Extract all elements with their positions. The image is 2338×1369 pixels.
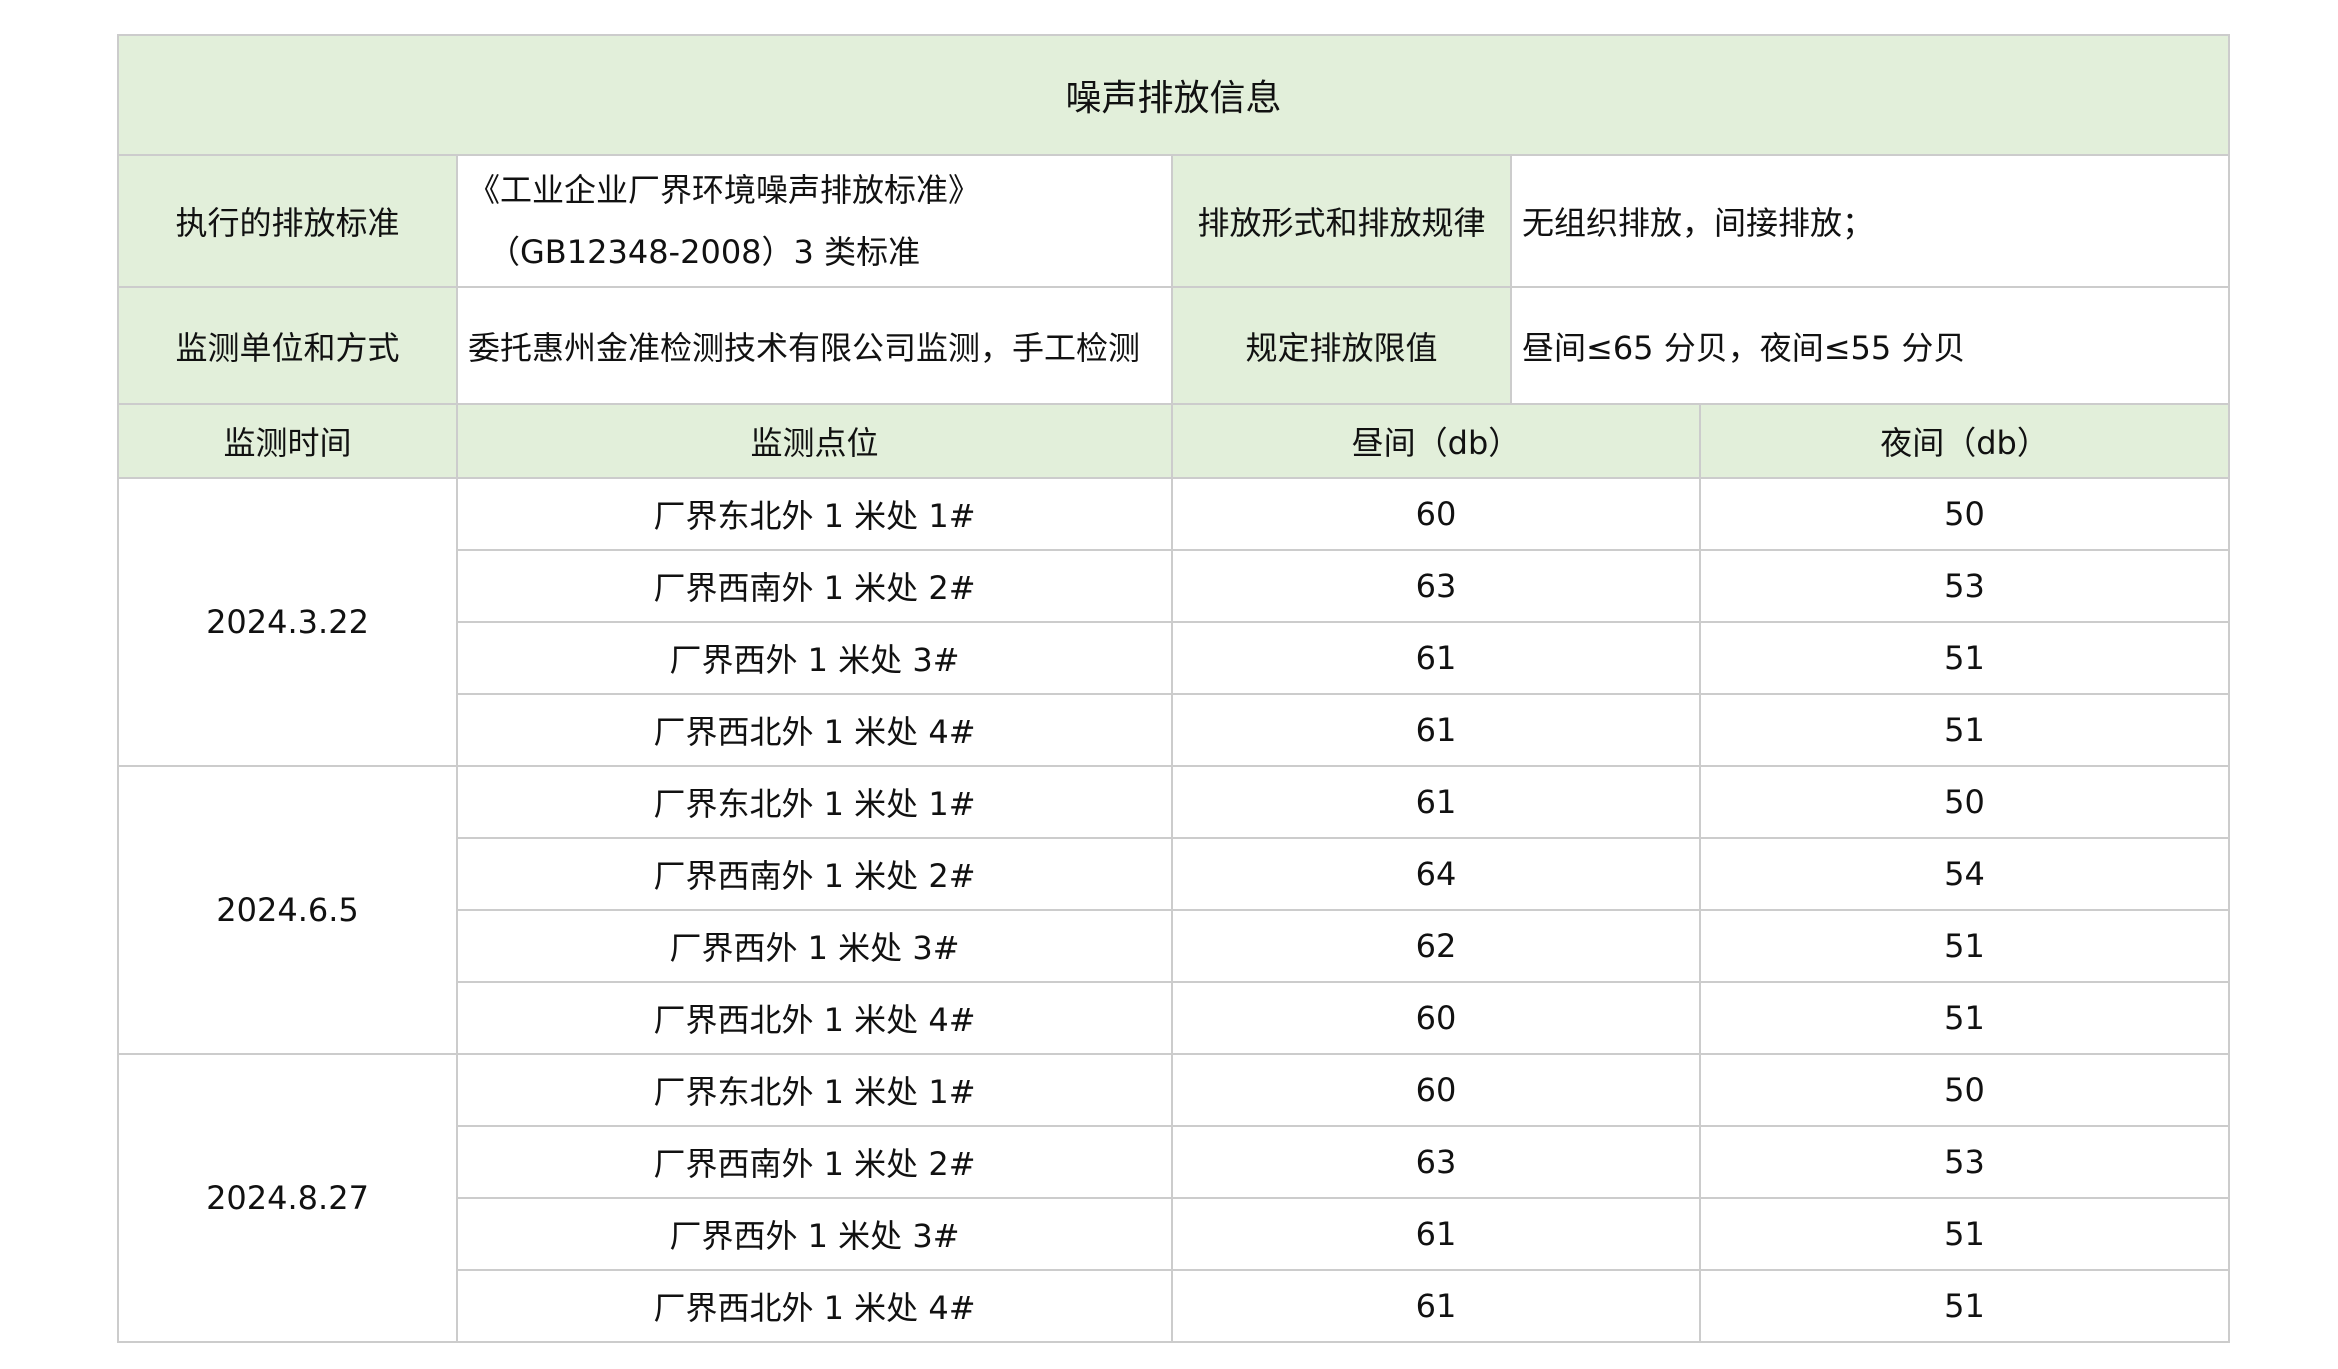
night-value: 50 xyxy=(1698,765,2231,839)
form-label: 排放形式和排放规律 xyxy=(1171,154,1512,288)
day-value: 61 xyxy=(1171,1197,1701,1271)
monitoring-point: 厂界西外 1 米处 3# xyxy=(456,909,1173,983)
monitoring-point: 厂界西北外 1 米处 4# xyxy=(456,1269,1173,1343)
noise-emission-table: 噪声排放信息 执行的排放标准 《工业企业厂界环境噪声排放标准》 （GB12348… xyxy=(116,34,2231,1343)
night-value: 51 xyxy=(1698,909,2231,983)
column-header-day: 昼间（db） xyxy=(1171,403,1701,479)
column-header-point: 监测点位 xyxy=(456,403,1173,479)
night-value: 51 xyxy=(1698,1269,2231,1343)
limit-value: 昼间≤65 分贝，夜间≤55 分贝 xyxy=(1509,286,2231,405)
night-value: 51 xyxy=(1698,1197,2231,1271)
monitoring-point: 厂界东北外 1 米处 1# xyxy=(456,1053,1173,1127)
monitoring-point: 厂界西南外 1 米处 2# xyxy=(456,837,1173,911)
night-value: 50 xyxy=(1698,1053,2231,1127)
day-value: 61 xyxy=(1171,1269,1701,1343)
day-value: 63 xyxy=(1171,1125,1701,1199)
night-value: 50 xyxy=(1698,477,2231,551)
day-value: 61 xyxy=(1171,693,1701,767)
night-value: 53 xyxy=(1698,549,2231,623)
column-header-night: 夜间（db） xyxy=(1698,403,2231,479)
standard-value: 《工业企业厂界环境噪声排放标准》 （GB12348-2008）3 类标准 xyxy=(456,154,1173,288)
day-value: 63 xyxy=(1171,549,1701,623)
standard-value-line1: 《工业企业厂界环境噪声排放标准》 xyxy=(468,171,981,209)
unit-value: 委托惠州金准检测技术有限公司监测，手工检测 xyxy=(456,286,1173,405)
table-row: 2024.6.5 厂界东北外 1 米处 1# 61 50 xyxy=(117,765,2231,1055)
form-value: 无组织排放，间接排放； xyxy=(1509,154,2231,288)
day-value: 60 xyxy=(1171,1053,1701,1127)
day-value: 61 xyxy=(1171,765,1701,839)
monitoring-point: 厂界西南外 1 米处 2# xyxy=(456,1125,1173,1199)
monitoring-point: 厂界西外 1 米处 3# xyxy=(456,621,1173,695)
night-value: 54 xyxy=(1698,837,2231,911)
night-value: 51 xyxy=(1698,981,2231,1055)
monitoring-point: 厂界东北外 1 米处 1# xyxy=(456,765,1173,839)
standard-value-line2: （GB12348-2008）3 类标准 xyxy=(488,233,921,271)
monitoring-point: 厂界西南外 1 米处 2# xyxy=(456,549,1173,623)
column-header-time: 监测时间 xyxy=(117,403,458,479)
day-value: 61 xyxy=(1171,621,1701,695)
monitoring-date: 2024.6.5 xyxy=(117,765,458,1055)
table-title: 噪声排放信息 xyxy=(116,34,2231,156)
limit-label: 规定排放限值 xyxy=(1171,286,1512,405)
monitoring-point: 厂界西北外 1 米处 4# xyxy=(456,981,1173,1055)
monitoring-point: 厂界西外 1 米处 3# xyxy=(456,1197,1173,1271)
monitoring-point: 厂界西北外 1 米处 4# xyxy=(456,693,1173,767)
day-value: 60 xyxy=(1171,981,1701,1055)
monitoring-date: 2024.3.22 xyxy=(117,477,458,767)
monitoring-point: 厂界东北外 1 米处 1# xyxy=(456,477,1173,551)
night-value: 51 xyxy=(1698,693,2231,767)
table-row: 2024.8.27 厂界东北外 1 米处 1# 60 50 xyxy=(117,1053,2231,1343)
night-value: 51 xyxy=(1698,621,2231,695)
standard-label: 执行的排放标准 xyxy=(117,154,458,288)
monitoring-date: 2024.8.27 xyxy=(117,1053,458,1343)
unit-label: 监测单位和方式 xyxy=(117,286,458,405)
table-row: 2024.3.22 厂界东北外 1 米处 1# 60 50 xyxy=(117,477,2231,767)
day-value: 60 xyxy=(1171,477,1701,551)
day-value: 64 xyxy=(1171,837,1701,911)
night-value: 53 xyxy=(1698,1125,2231,1199)
day-value: 62 xyxy=(1171,909,1701,983)
